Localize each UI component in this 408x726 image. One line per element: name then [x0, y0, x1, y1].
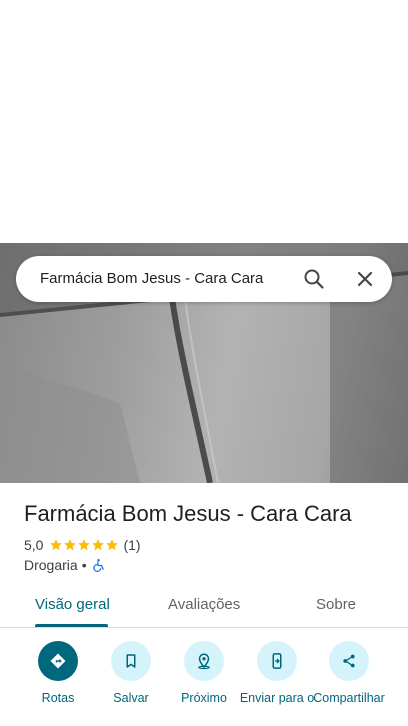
tab-about[interactable]: Sobre	[316, 596, 356, 613]
rating-value: 5,0	[24, 537, 44, 553]
tab-reviews[interactable]: Avaliações	[168, 596, 240, 613]
directions-circle[interactable]	[38, 641, 78, 681]
directions-button[interactable]: Rotas	[18, 641, 98, 706]
bookmark-icon	[126, 654, 136, 668]
directions-icon	[50, 653, 66, 669]
close-icon[interactable]	[353, 267, 377, 291]
send-to-phone-circle[interactable]	[257, 641, 297, 681]
review-count: (1)	[123, 537, 141, 553]
nearby-icon	[198, 653, 210, 670]
category-row: Drogaria •	[24, 557, 106, 573]
save-button[interactable]: Salvar	[91, 641, 171, 706]
share-circle[interactable]	[329, 641, 369, 681]
map-area[interactable]	[0, 0, 408, 243]
star-icon	[64, 539, 77, 551]
rating-stars	[49, 538, 119, 552]
wheelchair-accessible-icon	[92, 558, 104, 572]
separator: •	[81, 557, 87, 573]
send-to-phone-icon	[272, 653, 282, 669]
send-to-phone-button[interactable]: Enviar para o	[237, 641, 317, 706]
nearby-button[interactable]: Próximo	[164, 641, 244, 706]
place-title: Farmácia Bom Jesus - Cara Cara	[24, 501, 352, 526]
star-icon	[50, 539, 63, 551]
send-to-phone-label: Enviar para o	[239, 691, 315, 705]
search-bar[interactable]: Farmácia Bom Jesus - Cara Cara	[16, 256, 392, 302]
nearby-circle[interactable]	[184, 641, 224, 681]
divider	[0, 627, 408, 628]
star-icon	[78, 539, 91, 551]
rating-row[interactable]: 5,0 (1)	[24, 536, 141, 554]
search-icon[interactable]	[302, 267, 326, 291]
save-circle[interactable]	[111, 641, 151, 681]
share-button[interactable]: Compartilhar	[309, 641, 389, 706]
star-icon	[92, 539, 105, 551]
search-input[interactable]: Farmácia Bom Jesus - Cara Cara	[40, 270, 263, 287]
save-label: Salvar	[113, 691, 149, 705]
star-icon	[106, 539, 119, 551]
tab-overview[interactable]: Visão geral	[35, 596, 110, 613]
category-label: Drogaria	[24, 557, 78, 573]
tab-bar: Visão geral Avaliações Sobre	[0, 589, 408, 627]
nearby-label: Próximo	[181, 691, 227, 705]
share-label: Compartilhar	[313, 691, 385, 705]
directions-label: Rotas	[41, 691, 75, 705]
share-icon	[343, 654, 355, 668]
